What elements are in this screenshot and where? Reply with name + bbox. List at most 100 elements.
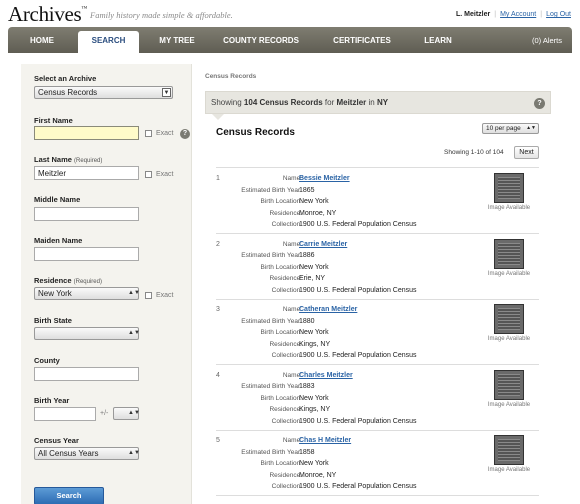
census-year-label: Census Year (34, 436, 79, 445)
next-page-button[interactable]: Next (514, 146, 539, 159)
tab-my-tree[interactable]: MY TREE (149, 27, 205, 53)
field-label: Birth Location: (260, 329, 302, 337)
middle-name-label: Middle Name (34, 195, 81, 204)
birth-year-input[interactable] (34, 407, 96, 421)
tab-learn[interactable]: LEARN (416, 27, 460, 53)
results-summary-bar: Showing 104 Census Records for Meitzler … (205, 91, 551, 114)
alerts-link[interactable]: (0) Alerts (532, 27, 562, 54)
residence-exact-checkbox[interactable] (145, 292, 152, 299)
record-name-link[interactable]: Chas H Meitzler (299, 436, 351, 446)
tab-search[interactable]: SEARCH (78, 31, 139, 53)
tab-county-records[interactable]: COUNTY RECORDS (218, 27, 304, 53)
top-bar: Archives™ Family history made simple & a… (0, 0, 580, 27)
record-field-collection: Collection: 1900 U.S. Federal Population … (216, 351, 516, 361)
residence-select-value: New York (38, 289, 72, 298)
tab-home[interactable]: HOME (18, 27, 66, 53)
census-year-select-value: All Census Years (38, 449, 99, 458)
census-image-thumbnail[interactable] (494, 435, 524, 465)
result-count: 104 (243, 98, 258, 107)
field-value: 1900 U.S. Federal Population Census (299, 286, 417, 294)
record-field-residence: Residence: Monroe, NY (216, 471, 516, 481)
summary-collection: Census Records (259, 98, 323, 107)
summary-in: in (368, 98, 375, 107)
summary-pointer (212, 114, 224, 120)
divider: | (494, 11, 497, 18)
record-field-birth-location: Birth Location: New York (216, 263, 516, 273)
record-name-link[interactable]: Charles Meitzler (299, 371, 353, 381)
summary-query-name: Meitzler (336, 98, 367, 107)
field-value: New York (299, 263, 329, 271)
field-value: 1883 (299, 383, 315, 391)
record-field-residence: Residence: Kings, NY (216, 405, 516, 415)
first-name-input[interactable] (34, 126, 139, 140)
tab-certificates[interactable]: CERTIFICATES (326, 27, 398, 53)
log-out-link[interactable]: Log Out (546, 11, 571, 18)
last-name-exact[interactable]: Exact (145, 171, 174, 178)
record-name-link[interactable]: Catheran Meitzler (299, 305, 357, 315)
field-value: Monroe, NY (299, 209, 337, 217)
document-image-icon (498, 242, 520, 265)
chevron-updown-icon: ▲▼ (128, 330, 140, 336)
main-nav: HOME SEARCH MY TREE COUNTY RECORDS CERTI… (8, 27, 572, 53)
middle-name-input[interactable] (34, 207, 139, 221)
field-value: 1900 U.S. Federal Population Census (299, 221, 417, 229)
result-record: 4 Name: Charles Meitzler Estimated Birth Ye… (216, 365, 539, 431)
field-label: Collection: (271, 417, 302, 425)
result-record: 5 Name: Chas H Meitzler Estimated Birth Yea… (216, 430, 539, 496)
record-field-birth-year: Estimated Birth Year: 1886 (216, 251, 516, 261)
record-field-collection: Collection: 1900 U.S. Federal Population … (216, 220, 516, 230)
field-value: Kings, NY (299, 406, 331, 414)
census-image-thumbnail[interactable] (494, 238, 524, 269)
residence-exact[interactable]: Exact (145, 292, 174, 299)
birth-year-range-select[interactable]: ▲▼ (113, 407, 140, 420)
field-value: 1880 (299, 317, 315, 325)
document-image-icon (498, 308, 520, 330)
page-info: Showing 1-10 of 104 (444, 149, 504, 156)
record-field-collection: Collection: 1900 U.S. Federal Population … (216, 417, 516, 427)
county-input[interactable] (34, 367, 139, 381)
archive-select-value: Census Records (38, 88, 98, 97)
field-value: New York (299, 198, 329, 206)
residence-label-text: Residence (34, 276, 72, 285)
site-logo[interactable]: Archives™ (8, 2, 87, 27)
per-page-select[interactable]: 10 per page ▲▼ (482, 123, 539, 134)
field-label: Birth Location: (260, 460, 302, 468)
help-icon[interactable]: ? (180, 129, 190, 139)
divider: | (540, 11, 543, 18)
birth-state-select[interactable]: ▲▼ (34, 327, 140, 340)
census-year-select[interactable]: All Census Years ▲▼ (34, 447, 140, 460)
census-image-thumbnail[interactable] (494, 304, 524, 334)
field-value: New York (299, 460, 329, 468)
first-name-exact-checkbox[interactable] (145, 130, 152, 137)
my-account-link[interactable]: My Account (500, 11, 536, 18)
census-image-thumbnail[interactable] (494, 173, 524, 203)
first-name-exact[interactable]: Exact (145, 130, 174, 137)
search-button[interactable]: Search (34, 487, 104, 504)
county-label: County (34, 356, 60, 365)
result-record: 1 Name: Bessie Meitzler Estimated Birth Yea… (216, 168, 539, 234)
exact-label: Exact (156, 292, 174, 299)
record-name-link[interactable]: Bessie Meitzler (299, 174, 350, 184)
last-name-exact-checkbox[interactable] (145, 171, 152, 178)
record-field-residence: Residence: Kings, NY (216, 340, 516, 350)
site-tagline: Family history made simple & affordable. (90, 10, 233, 20)
record-name-link[interactable]: Carrie Meitzler (299, 240, 347, 250)
maiden-name-label: Maiden Name (34, 236, 83, 245)
field-label: Collection: (271, 286, 302, 294)
help-icon[interactable]: ? (534, 98, 545, 109)
chevron-updown-icon: ▲▼ (128, 450, 140, 456)
chevron-updown-icon: ▲▼ (526, 125, 536, 131)
field-value: 1858 (299, 448, 315, 456)
exact-label: Exact (156, 130, 174, 137)
results-title: Census Records (216, 127, 295, 138)
residence-select[interactable]: New York ▲▼ (34, 287, 140, 300)
document-image-icon (498, 177, 520, 199)
record-field-name: Name: Charles Meitzler (216, 371, 516, 381)
archive-select[interactable]: Census Records ▼ (34, 86, 173, 99)
field-label: Residence: (269, 471, 302, 479)
census-image-thumbnail[interactable] (494, 369, 524, 400)
last-name-input[interactable]: Meitzler (34, 166, 139, 180)
exact-label: Exact (156, 171, 174, 178)
field-label: Birth Location: (260, 198, 302, 206)
maiden-name-input[interactable] (34, 247, 139, 261)
